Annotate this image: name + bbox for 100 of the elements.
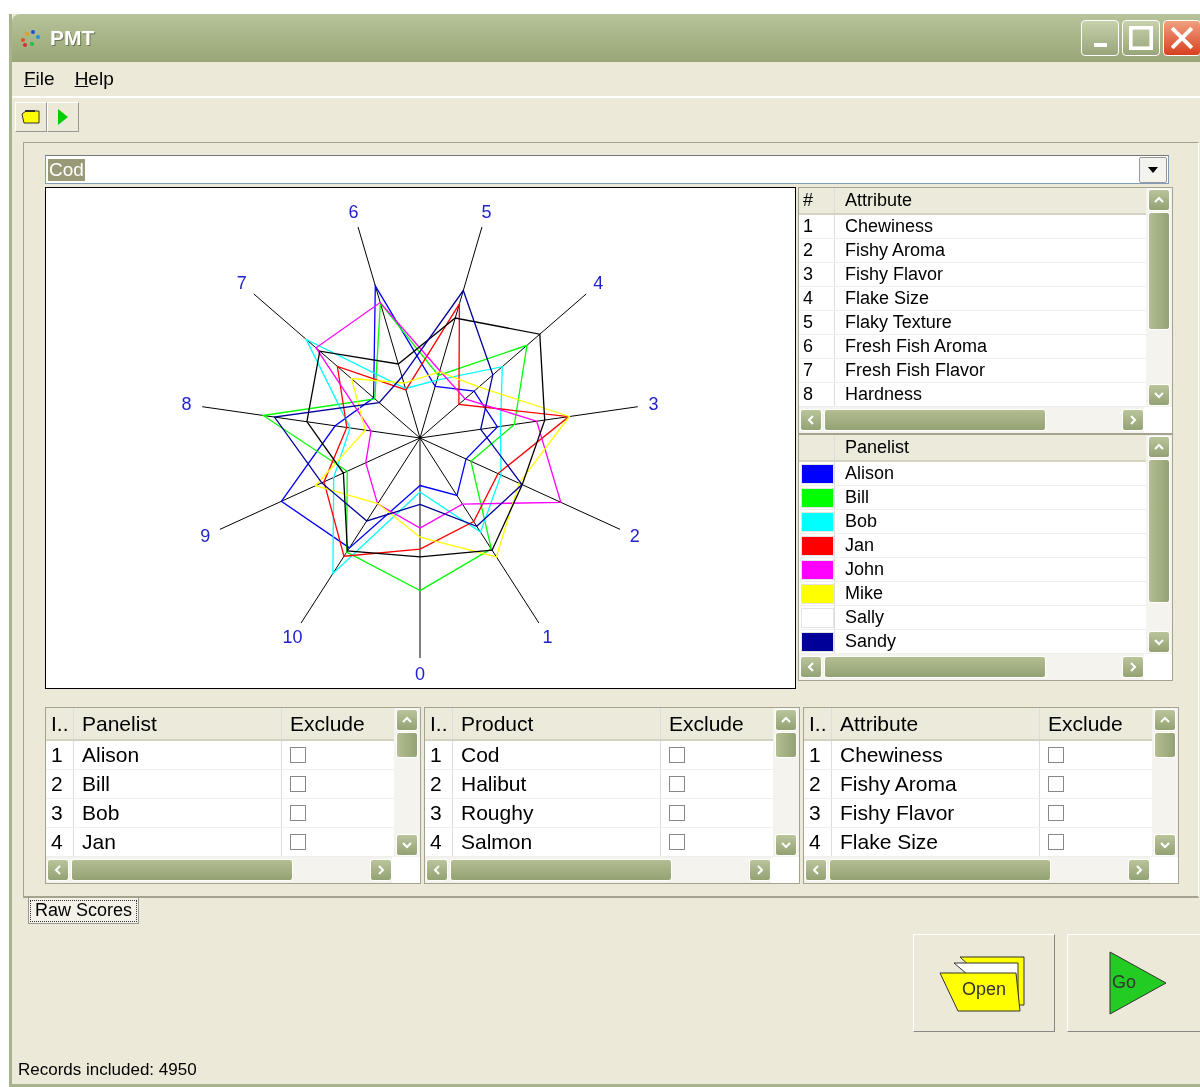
horizontal-scrollbar[interactable] — [46, 857, 392, 883]
exclude-checkbox[interactable] — [1048, 805, 1064, 821]
scrollbar-thumb[interactable] — [396, 732, 418, 758]
exclude-checkbox[interactable] — [1048, 747, 1064, 763]
attribute-name[interactable]: Fishy Flavor — [835, 264, 943, 285]
exclude-checkbox[interactable] — [290, 834, 306, 850]
attribute-name[interactable]: Hardness — [835, 384, 923, 405]
axis-label: 4 — [593, 273, 604, 294]
scroll-up-button[interactable] — [1148, 189, 1170, 211]
horizontal-scrollbar[interactable] — [799, 407, 1144, 433]
column-header[interactable]: I.. — [46, 708, 74, 739]
panelist-name[interactable]: Alison — [835, 463, 895, 484]
column-header[interactable]: # — [799, 188, 835, 213]
table-cell: Flake Size — [832, 828, 1040, 856]
scrollbar-thumb[interactable] — [1148, 212, 1170, 330]
scroll-up-button[interactable] — [775, 709, 797, 731]
chevron-down-icon — [1160, 841, 1170, 849]
scroll-right-button[interactable] — [749, 859, 771, 881]
attribute-name[interactable]: Fresh Fish Aroma — [835, 336, 988, 357]
maximize-button[interactable] — [1122, 20, 1160, 56]
panelist-name[interactable]: Bill — [835, 487, 869, 508]
scroll-left-button[interactable] — [800, 409, 822, 431]
scroll-down-button[interactable] — [1148, 384, 1170, 406]
minimize-button[interactable] — [1081, 20, 1119, 56]
scroll-left-button[interactable] — [805, 859, 827, 881]
vertical-scrollbar[interactable] — [394, 708, 420, 857]
scroll-right-button[interactable] — [370, 859, 392, 881]
scroll-left-button[interactable] — [426, 859, 448, 881]
attribute-name[interactable]: Flake Size — [835, 288, 930, 309]
scroll-up-button[interactable] — [396, 709, 418, 731]
horizontal-scrollbar[interactable] — [799, 654, 1144, 680]
column-header[interactable]: Panelist — [74, 708, 282, 739]
attribute-name[interactable]: Chewiness — [835, 216, 934, 237]
panelist-name[interactable]: Sandy — [835, 631, 897, 652]
exclude-checkbox[interactable] — [290, 776, 306, 792]
open-tool-button[interactable] — [15, 102, 47, 132]
close-button[interactable] — [1163, 20, 1200, 56]
menu-item[interactable]: Help — [74, 68, 114, 90]
scroll-up-button[interactable] — [1154, 709, 1176, 731]
row-number: 2 — [46, 770, 74, 798]
attribute-name[interactable]: Fishy Aroma — [835, 240, 946, 261]
exclude-checkbox[interactable] — [669, 805, 685, 821]
column-header[interactable]: Exclude — [1040, 708, 1123, 739]
menu-item[interactable]: File — [24, 68, 55, 90]
column-header[interactable]: Exclude — [661, 708, 744, 739]
column-header[interactable]: Panelist — [835, 437, 910, 458]
chevron-left-icon — [433, 865, 441, 875]
scroll-down-button[interactable] — [1148, 631, 1170, 653]
scrollbar-thumb[interactable] — [824, 409, 1046, 431]
column-header[interactable]: Product — [453, 708, 661, 739]
panelist-name[interactable]: Bob — [835, 511, 878, 532]
scroll-left-button[interactable] — [800, 656, 822, 678]
panelist-name[interactable]: Jan — [835, 535, 875, 556]
scroll-right-button[interactable] — [1122, 656, 1144, 678]
vertical-scrollbar[interactable] — [1152, 708, 1178, 857]
row-number: 2 — [804, 770, 832, 798]
column-header[interactable]: Exclude — [282, 708, 365, 739]
scroll-left-button[interactable] — [47, 859, 69, 881]
scrollbar-thumb[interactable] — [829, 859, 1051, 881]
scroll-right-button[interactable] — [1122, 409, 1144, 431]
vertical-scrollbar[interactable] — [1146, 435, 1172, 654]
exclude-checkbox[interactable] — [669, 834, 685, 850]
attribute-name[interactable]: Flaky Texture — [835, 312, 952, 333]
dropdown-button[interactable] — [1139, 156, 1167, 183]
tab[interactable]: Raw Scores — [28, 898, 140, 924]
exclude-checkbox[interactable] — [669, 747, 685, 763]
scroll-down-button[interactable] — [775, 834, 797, 856]
exclude-checkbox[interactable] — [1048, 776, 1064, 792]
exclude-checkbox[interactable] — [1048, 834, 1064, 850]
exclude-checkbox[interactable] — [669, 776, 685, 792]
scrollbar-thumb[interactable] — [71, 859, 293, 881]
scroll-down-button[interactable] — [396, 834, 418, 856]
column-header[interactable]: I.. — [804, 708, 832, 739]
scrollbar-thumb[interactable] — [1154, 732, 1176, 758]
vertical-scrollbar[interactable] — [773, 708, 799, 857]
scroll-right-button[interactable] — [1128, 859, 1150, 881]
scrollbar-thumb[interactable] — [775, 732, 797, 758]
column-header[interactable]: Attribute — [835, 190, 913, 211]
column-header[interactable]: Attribute — [832, 708, 1040, 739]
column-header[interactable]: I.. — [425, 708, 453, 739]
vertical-scrollbar[interactable] — [1146, 188, 1172, 407]
horizontal-scrollbar[interactable] — [804, 857, 1150, 883]
scrollbar-thumb[interactable] — [1148, 459, 1170, 603]
attribute-name[interactable]: Fresh Fish Flavor — [835, 360, 986, 381]
open-button[interactable]: Open — [913, 934, 1055, 1032]
scroll-down-button[interactable] — [1154, 834, 1176, 856]
panelist-name[interactable]: Sally — [835, 607, 884, 628]
go-button[interactable]: Go — [1067, 934, 1200, 1032]
panelist-name[interactable]: Mike — [835, 583, 883, 604]
maximize-icon — [1129, 26, 1153, 50]
scrollbar-thumb[interactable] — [450, 859, 672, 881]
scrollbar-thumb[interactable] — [824, 656, 1046, 678]
row-number: 7 — [799, 359, 835, 382]
scroll-up-button[interactable] — [1148, 436, 1170, 458]
exclude-checkbox[interactable] — [290, 747, 306, 763]
app-icon — [20, 29, 40, 47]
panelist-name[interactable]: John — [835, 559, 885, 580]
exclude-checkbox[interactable] — [290, 805, 306, 821]
table-cell: Fishy Flavor — [832, 799, 1040, 827]
horizontal-scrollbar[interactable] — [425, 857, 771, 883]
